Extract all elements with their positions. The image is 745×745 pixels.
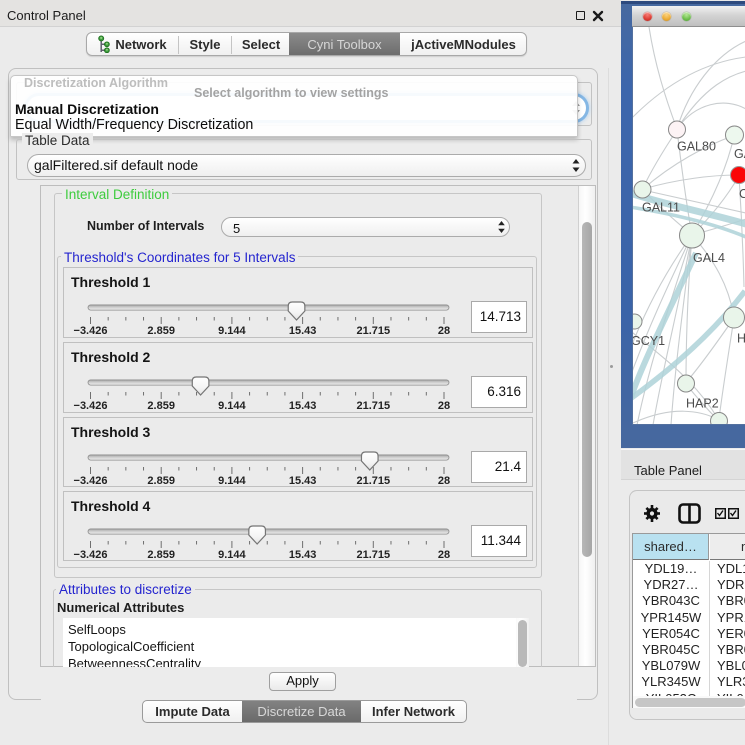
svg-text:−3.426: −3.426 bbox=[74, 400, 108, 412]
svg-text:2.859: 2.859 bbox=[147, 325, 175, 337]
svg-text:−3.426: −3.426 bbox=[74, 475, 108, 487]
svg-text:H: H bbox=[737, 332, 745, 346]
svg-text:GAL4: GAL4 bbox=[693, 251, 725, 265]
svg-text:9.144: 9.144 bbox=[218, 475, 246, 487]
svg-text:21.715: 21.715 bbox=[356, 325, 390, 337]
svg-text:21.715: 21.715 bbox=[356, 549, 390, 561]
svg-text:C: C bbox=[739, 187, 745, 201]
svg-text:HAP2: HAP2 bbox=[686, 397, 719, 411]
svg-text:GCY1: GCY1 bbox=[633, 334, 665, 348]
svg-text:28: 28 bbox=[438, 325, 450, 337]
svg-text:21.715: 21.715 bbox=[356, 475, 390, 487]
svg-text:15.43: 15.43 bbox=[289, 325, 317, 337]
svg-text:GAL11: GAL11 bbox=[642, 201, 680, 215]
svg-text:15.43: 15.43 bbox=[289, 549, 317, 561]
svg-text:GAL80: GAL80 bbox=[677, 140, 716, 154]
svg-text:9.144: 9.144 bbox=[218, 400, 246, 412]
svg-text:2.859: 2.859 bbox=[147, 400, 175, 412]
svg-text:28: 28 bbox=[438, 475, 450, 487]
svg-text:2.859: 2.859 bbox=[147, 475, 175, 487]
svg-text:28: 28 bbox=[438, 400, 450, 412]
svg-text:2.859: 2.859 bbox=[147, 549, 175, 561]
svg-text:GA: GA bbox=[734, 147, 745, 161]
svg-text:15.43: 15.43 bbox=[289, 475, 317, 487]
svg-text:−3.426: −3.426 bbox=[74, 325, 108, 337]
svg-text:21.715: 21.715 bbox=[356, 400, 390, 412]
svg-text:9.144: 9.144 bbox=[218, 549, 246, 561]
svg-text:15.43: 15.43 bbox=[289, 400, 317, 412]
svg-text:28: 28 bbox=[438, 549, 450, 561]
svg-text:9.144: 9.144 bbox=[218, 325, 246, 337]
svg-text:−3.426: −3.426 bbox=[74, 549, 108, 561]
